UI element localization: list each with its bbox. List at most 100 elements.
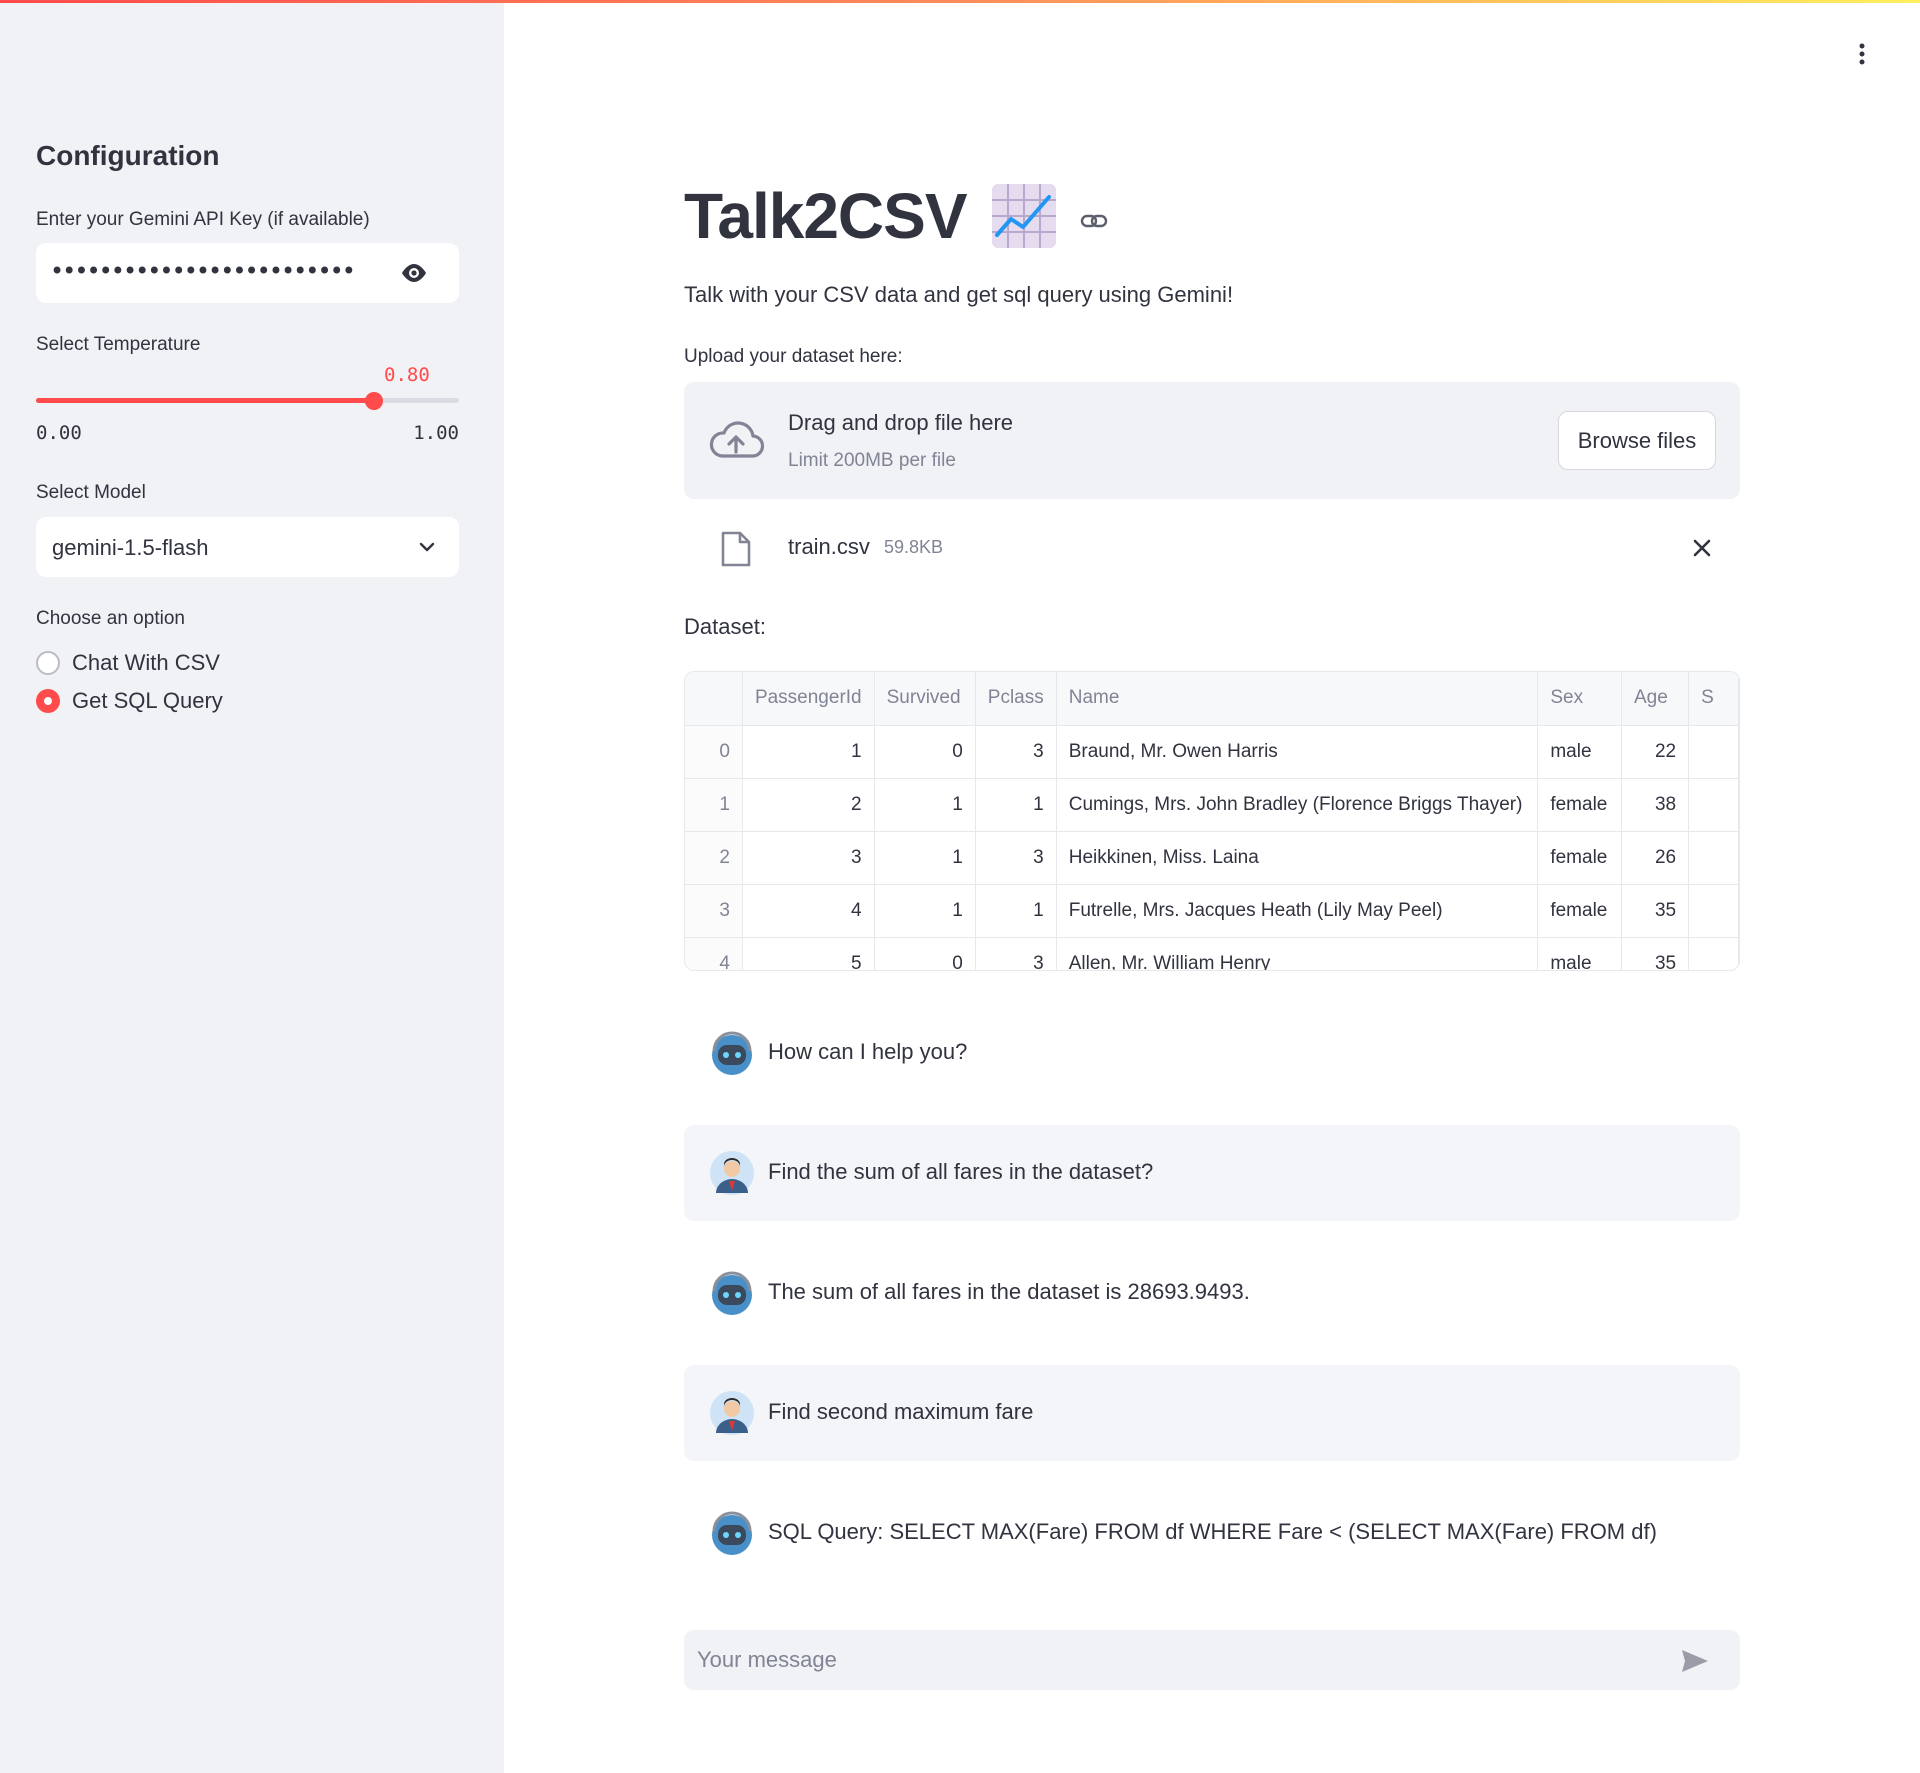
- browse-files-button[interactable]: Browse files: [1558, 411, 1716, 470]
- temperature-value: 0.80: [384, 364, 430, 386]
- table-cell[interactable]: 3: [742, 831, 875, 885]
- table-cell[interactable]: [1688, 937, 1739, 970]
- column-header[interactable]: Age: [1621, 672, 1690, 726]
- table-cell[interactable]: male: [1537, 937, 1622, 970]
- dropzone-limit: Limit 200MB per file: [788, 450, 956, 471]
- api-key-input[interactable]: •••••••••••••••••••••••••: [36, 243, 459, 303]
- file-dropzone[interactable]: Drag and drop file here Limit 200MB per …: [684, 382, 1740, 499]
- table-cell[interactable]: 26: [1621, 831, 1690, 885]
- table-cell[interactable]: Heikkinen, Miss. Laina: [1056, 831, 1539, 885]
- table-cell[interactable]: 5: [742, 937, 875, 970]
- table-cell[interactable]: 0: [874, 937, 976, 970]
- dataset-table[interactable]: PassengerId Survived Pclass Name Sex Age…: [684, 671, 1740, 971]
- sidebar-title: Configuration: [36, 140, 220, 171]
- table-cell[interactable]: Cumings, Mrs. John Bradley (Florence Bri…: [1056, 778, 1539, 832]
- table-row[interactable]: 1 2 1 1 Cumings, Mrs. John Bradley (Flor…: [685, 778, 1739, 832]
- uploaded-file: train.csv 59.8KB: [684, 520, 1740, 576]
- table-cell[interactable]: 1: [874, 884, 976, 938]
- more-menu-icon[interactable]: [1858, 42, 1866, 66]
- top-decoration-bar: [0, 0, 1920, 3]
- robot-avatar-icon: [712, 1031, 752, 1075]
- subtitle: Talk with your CSV data and get sql quer…: [684, 282, 1234, 307]
- table-cell[interactable]: female: [1537, 778, 1622, 832]
- column-header[interactable]: Pclass: [975, 672, 1057, 726]
- table-cell[interactable]: 1: [874, 778, 976, 832]
- table-cell[interactable]: 3: [975, 831, 1057, 885]
- table-cell[interactable]: Futrelle, Mrs. Jacques Heath (Lily May P…: [1056, 884, 1539, 938]
- message-text: The sum of all fares in the dataset is 2…: [768, 1279, 1250, 1304]
- table-cell[interactable]: 4: [742, 884, 875, 938]
- chat-message-assistant: The sum of all fares in the dataset is 2…: [684, 1245, 1740, 1341]
- table-cell[interactable]: Allen, Mr. William Henry: [1056, 937, 1539, 970]
- radio-chat-with-csv[interactable]: Chat With CSV: [36, 648, 220, 678]
- chat-message-assistant: How can I help you?: [684, 1005, 1740, 1101]
- table-cell[interactable]: 1: [874, 831, 976, 885]
- close-icon[interactable]: [1690, 536, 1714, 560]
- slider-thumb[interactable]: [365, 392, 384, 410]
- temperature-label: Select Temperature: [36, 334, 201, 355]
- chat-input-container: [684, 1630, 1740, 1690]
- user-avatar-icon: [710, 1151, 754, 1195]
- table-cell[interactable]: 35: [1621, 937, 1690, 970]
- chat-message-user: Find second maximum fare: [684, 1365, 1740, 1461]
- table-cell[interactable]: 0: [874, 725, 976, 779]
- chart-increasing-icon: [991, 184, 1056, 248]
- table-cell[interactable]: Braund, Mr. Owen Harris: [1056, 725, 1539, 779]
- radio-button-selected[interactable]: [36, 689, 60, 713]
- model-select[interactable]: gemini-1.5-flash: [36, 517, 459, 577]
- table-cell[interactable]: female: [1537, 831, 1622, 885]
- title-row: Talk2CSV: [684, 176, 1109, 256]
- table-cell[interactable]: 1: [975, 884, 1057, 938]
- row-index: 1: [685, 778, 743, 832]
- table-cell[interactable]: [1688, 831, 1739, 885]
- temperature-slider[interactable]: [36, 392, 459, 410]
- user-avatar-icon: [710, 1391, 754, 1435]
- table-cell[interactable]: male: [1537, 725, 1622, 779]
- column-header[interactable]: PassengerId: [742, 672, 875, 726]
- send-icon[interactable]: [1680, 1648, 1710, 1674]
- chat-message-input[interactable]: [684, 1630, 1664, 1690]
- row-index: 3: [685, 884, 743, 938]
- table-cell[interactable]: 3: [975, 725, 1057, 779]
- chat-message-assistant: SQL Query: SELECT MAX(Fare) FROM df WHER…: [684, 1485, 1740, 1581]
- table-cell[interactable]: 38: [1621, 778, 1690, 832]
- column-header[interactable]: Name: [1056, 672, 1539, 726]
- table-row[interactable]: 0 1 0 3 Braund, Mr. Owen Harris male 22: [685, 725, 1739, 779]
- dropzone-instructions: Drag and drop file here: [788, 410, 1014, 435]
- radio-get-sql-query[interactable]: Get SQL Query: [36, 686, 223, 716]
- radio-button[interactable]: [36, 651, 60, 675]
- api-key-label: Enter your Gemini API Key (if available): [36, 209, 370, 230]
- table-header-row: PassengerId Survived Pclass Name Sex Age…: [685, 672, 1739, 726]
- table-cell[interactable]: 35: [1621, 884, 1690, 938]
- column-header[interactable]: [685, 672, 743, 726]
- column-header[interactable]: Sex: [1537, 672, 1622, 726]
- table-cell[interactable]: 1: [742, 725, 875, 779]
- table-cell[interactable]: [1688, 884, 1739, 938]
- row-index: 2: [685, 831, 743, 885]
- column-header[interactable]: S: [1688, 672, 1739, 726]
- upload-label: Upload your dataset here:: [684, 346, 903, 367]
- message-text: Find the sum of all fares in the dataset…: [768, 1159, 1154, 1184]
- table-cell[interactable]: female: [1537, 884, 1622, 938]
- radio-label: Chat With CSV: [72, 650, 220, 675]
- table-row[interactable]: 2 3 1 3 Heikkinen, Miss. Laina female 26: [685, 831, 1739, 885]
- slider-fill: [36, 398, 375, 403]
- row-index: 4: [685, 937, 743, 970]
- temperature-max: 1.00: [413, 422, 459, 444]
- link-icon[interactable]: [1079, 206, 1109, 236]
- page-title: Talk2CSV: [684, 180, 967, 252]
- option-label: Choose an option: [36, 608, 185, 629]
- table-cell[interactable]: 22: [1621, 725, 1690, 779]
- table-cell[interactable]: 2: [742, 778, 875, 832]
- eye-icon[interactable]: [399, 261, 429, 285]
- table-cell[interactable]: 3: [975, 937, 1057, 970]
- model-select-value: gemini-1.5-flash: [52, 535, 209, 560]
- dataset-label: Dataset:: [684, 614, 766, 639]
- table-cell[interactable]: [1688, 725, 1739, 779]
- table-cell[interactable]: [1688, 778, 1739, 832]
- column-header[interactable]: Survived: [874, 672, 976, 726]
- table-cell[interactable]: 1: [975, 778, 1057, 832]
- table-row[interactable]: 4 5 0 3 Allen, Mr. William Henry male 35: [685, 937, 1739, 970]
- table-row[interactable]: 3 4 1 1 Futrelle, Mrs. Jacques Heath (Li…: [685, 884, 1739, 938]
- model-label: Select Model: [36, 482, 146, 503]
